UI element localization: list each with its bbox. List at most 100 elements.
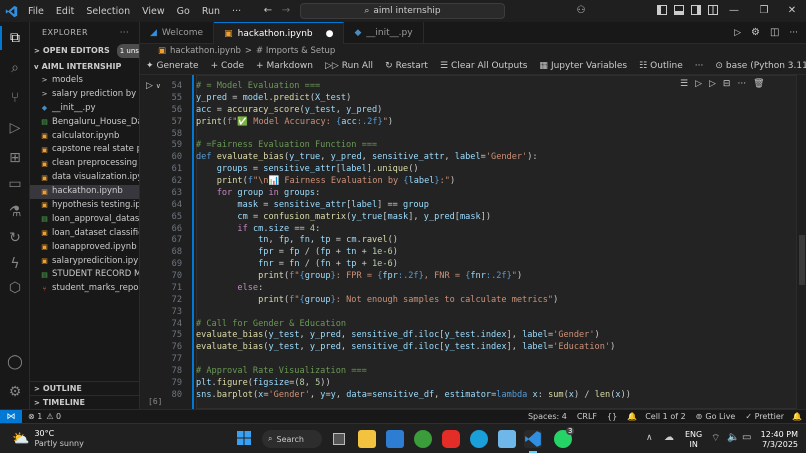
show-hidden-icons-icon[interactable]: ∧ [646,433,653,443]
file-explorer-icon[interactable] [358,430,376,448]
code-line[interactable]: 69 fnr = fn / (fn + tp + 1e-6) [140,259,806,271]
folder-section[interactable]: v AIML INTERNSHIP [30,60,139,74]
live-share-icon[interactable]: ϟ [5,254,25,274]
cell-indicator[interactable]: Cell 1 of 2 [645,412,685,421]
code-line[interactable]: 68 fpr = fp / (fp + tn + 1e-6) [140,247,806,259]
tab-welcome[interactable]: ◢ Welcome [140,22,215,44]
language-indicator[interactable]: ENG IN [685,430,702,450]
copilot-icon[interactable]: ⚇ [572,5,590,17]
menu-run[interactable]: Run [196,6,226,17]
command-center-search[interactable]: ⌕ aiml internship [300,3,505,19]
code-line[interactable]: 72 print(f"{group}: Not enough samples t… [140,295,806,307]
toggle-primary-sidebar-icon[interactable] [656,5,668,17]
restart-button[interactable]: ↻ Restart [379,61,434,71]
file-item[interactable]: ▣ capstone real state pr... [30,143,139,157]
source-control-icon[interactable]: ⑂ [5,88,25,108]
manage-gear-icon[interactable]: ⚙ [5,382,25,402]
notebook-editor[interactable]: ▷ ∨ [6] ☰ ▷ ▷ ⊟ ··· 🗑 54 # = Model Evalua… [140,75,806,409]
vscode-taskbar-icon[interactable] [524,430,542,448]
outline-button[interactable]: ☷ Outline [633,61,689,71]
code-line[interactable]: 73 [140,307,806,319]
vscode-logo-icon[interactable] [0,0,22,22]
explorer-icon[interactable]: ⧉ [5,28,25,48]
code-line[interactable]: 62 print(f"\n📊 Fairness Evaluation by {l… [140,176,806,188]
problems-warnings[interactable]: ⚠ 0 [46,412,61,421]
edge-icon[interactable] [470,430,488,448]
code-line[interactable]: 64 mask = sensitive_attr[label] == group [140,200,806,212]
run-all-button[interactable]: ▷▷ Run All [319,61,379,71]
wifi-icon[interactable]: ⌔ [711,432,720,445]
code-line[interactable]: 63 for group in groups: [140,188,806,200]
back-arrow-icon[interactable]: ← [262,5,274,17]
split-editor-icon[interactable]: ◫ [765,22,784,43]
code-line[interactable]: 54 # = Model Evaluation === [140,81,806,93]
remote-indicator-icon[interactable]: ⋈ [0,409,22,424]
file-item[interactable]: ▣ data visualization.ipynb [30,171,139,185]
notifications-bell-icon[interactable]: 🔔 [792,412,802,421]
minimize-icon[interactable]: — [728,5,740,17]
run-tab-icon[interactable]: ▷ [729,22,746,43]
xbox-icon[interactable] [414,430,432,448]
toolbar-more-button[interactable]: ··· [689,61,710,71]
code-line[interactable]: 70 print(f"{group}: FPR = {fpr:.2f}, FNR… [140,271,806,283]
code-line[interactable]: 66 if cm.size == 4: [140,224,806,236]
menu-more[interactable]: ··· [226,6,247,17]
gear-icon[interactable]: ⚙ [746,22,765,43]
search-activity-icon[interactable]: ⌕ [5,58,25,78]
code-line[interactable]: 71 else: [140,283,806,295]
add-code-button[interactable]: + Code [205,61,250,71]
add-markdown-button[interactable]: + Markdown [250,61,319,71]
code-line[interactable]: 65 cm = confusion_matrix(y_true[mask], y… [140,212,806,224]
kernel-picker[interactable]: ⊙base (Python 3.11.7) [709,61,806,71]
outline-section[interactable]: > OUTLINE [30,381,139,395]
go-live-button[interactable]: Go Live [705,412,735,421]
code-line[interactable]: 79 plt.figure(figsize=(8, 5)) [140,378,806,390]
editor-more-icon[interactable]: ··· [784,22,806,43]
menu-edit[interactable]: Edit [50,6,80,17]
file-item[interactable]: ⑂ student_marks_report... [30,282,139,296]
file-item[interactable]: ▣ hypothesis testing.ipy... [30,199,139,213]
breadcrumb-file[interactable]: hackathon.ipynb [170,46,241,56]
clear-outputs-button[interactable]: ☰ Clear All Outputs [434,61,533,71]
account-icon[interactable]: ◯ [5,352,25,372]
taskbar-search[interactable]: ⌕ Search [262,430,322,448]
spaces-indicator[interactable]: Spaces: 4 [528,412,567,421]
clock[interactable]: 12:40 PM 7/3/2025 [758,430,798,450]
menu-view[interactable]: View [136,6,171,17]
forward-arrow-icon[interactable]: → [280,5,292,17]
file-item[interactable]: ▤ loan_approval_datase... [30,213,139,227]
file-item[interactable]: ▣ hackathon.ipynb [30,185,139,200]
code-line[interactable]: 78 # Approval Rate Visualization === [140,366,806,378]
task-view-icon[interactable] [330,430,348,448]
code-line[interactable]: 77 [140,354,806,366]
docker-icon[interactable]: ⬡ [5,278,25,298]
battery-icon[interactable]: ▭ [742,432,751,443]
vertical-scrollbar[interactable] [796,75,806,409]
testing-icon[interactable]: ⚗ [5,202,25,222]
jupyter-variables-button[interactable]: ▦ Jupyter Variables [533,61,633,71]
youtube-icon[interactable] [442,430,460,448]
code-line[interactable]: 76 evaluate_bias(y_test, y_pred, sensitiv… [140,342,806,354]
file-item[interactable]: ▤ STUDENT RECORD M... [30,268,139,282]
remote-explorer-icon[interactable]: ▭ [5,174,25,194]
folder-item[interactable]: > salary prediction by li... [30,88,139,102]
file-item[interactable]: ▣ salarypredicition.ipynb [30,255,139,269]
tab-init[interactable]: ◆ __init__.py [344,22,424,44]
run-debug-icon[interactable]: ▷ [5,118,25,138]
code-line[interactable]: 60 def evaluate_bias(y_true, y_pred, sens… [140,152,806,164]
code-line[interactable]: 61 groups = sensitive_attr[label].unique… [140,164,806,176]
file-item[interactable]: ▣ loanapproved.ipynb [30,241,139,255]
file-item[interactable]: ▣ calculator.ipynb [30,130,139,144]
prettier-status[interactable]: ✓ Prettier [745,412,784,421]
eol-indicator[interactable]: CRLF [577,412,597,421]
unsaved-dot-icon[interactable]: ● [326,29,334,39]
restore-icon[interactable]: ❐ [758,5,770,17]
extensions-icon[interactable]: ⊞ [5,148,25,168]
folder-item[interactable]: > models [30,74,139,88]
code-line[interactable]: 57 print(f"✅ Model Accuracy: {acc:.2f}") [140,117,806,129]
windows-start-icon[interactable] [236,430,254,448]
code-line[interactable]: 74 # Call for Gender & Education [140,319,806,331]
file-item[interactable]: ▣ loan_dataset classifica... [30,227,139,241]
more-actions-icon[interactable]: ··· [120,22,129,44]
store-icon[interactable] [386,430,404,448]
